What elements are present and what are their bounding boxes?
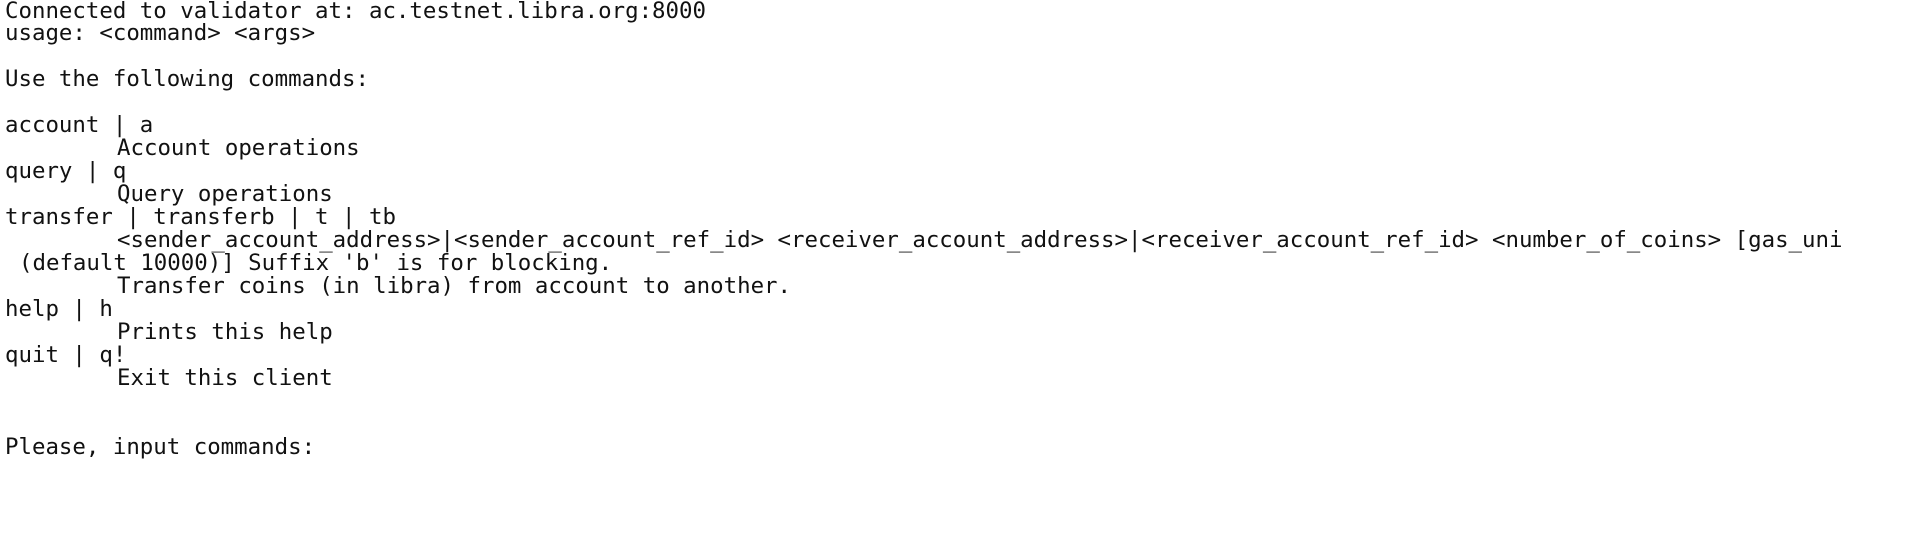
usage-line: usage: <command> <args>	[5, 20, 316, 46]
input-prompt: Please, input commands:	[5, 434, 316, 460]
command-help-description: Prints this help	[117, 319, 333, 345]
command-transfer-description: Transfer coins (in libra) from account t…	[117, 273, 792, 299]
command-quit-name: quit | q!	[5, 342, 127, 368]
terminal-window[interactable]: Connected to validator at: ac.testnet.li…	[0, 0, 1912, 560]
command-query-name: query | q	[5, 158, 127, 184]
command-quit-description: Exit this client	[117, 365, 333, 391]
commands-intro-line: Use the following commands:	[5, 66, 369, 92]
command-help-name: help | h	[5, 296, 113, 322]
command-account-description: Account operations	[117, 135, 360, 161]
